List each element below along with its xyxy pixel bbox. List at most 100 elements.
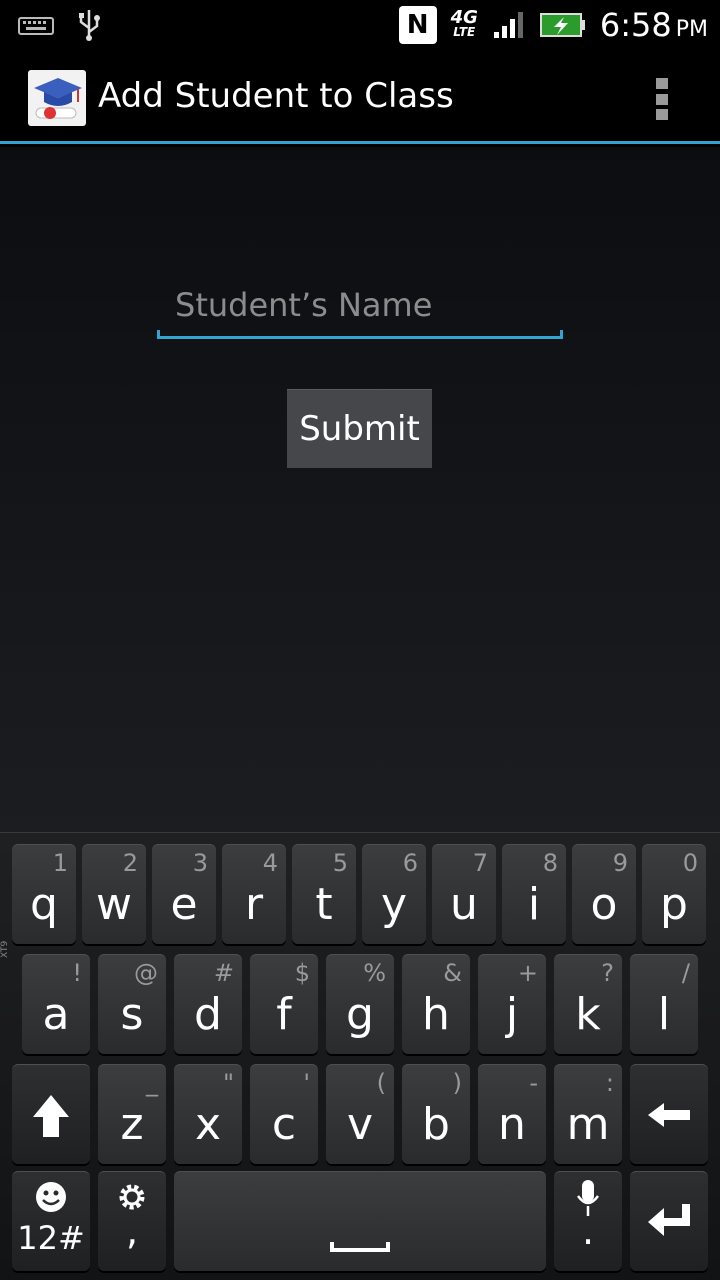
key-label: s bbox=[120, 989, 144, 1040]
key-label: o bbox=[590, 879, 618, 930]
key-label: n bbox=[498, 1099, 526, 1150]
key-s[interactable]: @ s bbox=[98, 954, 166, 1054]
key-l[interactable]: / l bbox=[630, 954, 698, 1054]
key-e[interactable]: 3e bbox=[152, 844, 216, 944]
xt9-label: XT9 bbox=[0, 940, 10, 958]
key-label: a bbox=[42, 989, 70, 1040]
key-label: r bbox=[244, 879, 264, 930]
lte-icon: 4G LTE bbox=[451, 9, 478, 40]
main-content: Submit bbox=[0, 147, 720, 832]
status-bar: N 4G LTE 6:58 PM bbox=[0, 0, 720, 50]
key-g[interactable]: % g bbox=[326, 954, 394, 1054]
backspace-icon bbox=[648, 1103, 690, 1127]
graduation-cap-icon[interactable] bbox=[28, 70, 86, 126]
key-t[interactable]: 5t bbox=[292, 844, 356, 944]
emoji-icon bbox=[36, 1182, 66, 1212]
key-h[interactable]: & h bbox=[402, 954, 470, 1054]
key-label: d bbox=[194, 989, 222, 1040]
backspace-key[interactable] bbox=[630, 1064, 708, 1164]
key-sub-label: - bbox=[529, 1069, 538, 1097]
key-sub-label: + bbox=[517, 959, 538, 987]
key-sub-label: : bbox=[605, 1069, 614, 1097]
input-underline bbox=[157, 330, 563, 339]
key-f[interactable]: $ f bbox=[250, 954, 318, 1054]
key-label: m bbox=[566, 1099, 610, 1150]
key-p[interactable]: 0p bbox=[642, 844, 706, 944]
key-sub-label: 5 bbox=[332, 849, 348, 877]
overflow-menu-icon[interactable] bbox=[656, 78, 670, 120]
shift-key[interactable] bbox=[12, 1064, 90, 1164]
key-q[interactable]: 1q bbox=[12, 844, 76, 944]
space-icon bbox=[330, 1242, 390, 1252]
key-y[interactable]: 6y bbox=[362, 844, 426, 944]
key-label: g bbox=[346, 989, 374, 1040]
key-label: t bbox=[315, 879, 333, 930]
soft-keyboard: 1 q 2 w 3 e 4 r 5 t 6 y 7 u 8 i 9 o 0 p! a @ s # d $ f% g & h + j? k / l _ z… bbox=[0, 832, 720, 1280]
key-label: p bbox=[660, 879, 688, 930]
key-label: j bbox=[505, 989, 519, 1040]
space-key[interactable] bbox=[174, 1171, 546, 1271]
key-label: y bbox=[380, 879, 408, 930]
key-u[interactable]: 7u bbox=[432, 844, 496, 944]
key-a[interactable]: ! a bbox=[22, 954, 90, 1054]
key-w[interactable]: 2w bbox=[82, 844, 146, 944]
key-label: i bbox=[527, 879, 541, 930]
key-sub-label: 3 bbox=[192, 849, 208, 877]
key-o[interactable]: 9o bbox=[572, 844, 636, 944]
comma-key[interactable]: , bbox=[98, 1171, 166, 1271]
enter-icon bbox=[648, 1204, 690, 1236]
key-j[interactable]: + j bbox=[478, 954, 546, 1054]
symbols-key[interactable]: 12# bbox=[12, 1171, 90, 1271]
key-z[interactable]: _ z bbox=[98, 1064, 166, 1164]
key-sub-label: _ bbox=[146, 1069, 158, 1097]
period-key[interactable]: . bbox=[554, 1171, 622, 1271]
key-sub-label: 1 bbox=[52, 849, 68, 877]
keyboard-icon bbox=[18, 17, 54, 35]
key-label: v bbox=[346, 1099, 374, 1150]
key-n[interactable]: -n bbox=[478, 1064, 546, 1164]
nfc-icon: N bbox=[398, 6, 437, 44]
key-v[interactable]: (v bbox=[326, 1064, 394, 1164]
enter-key[interactable] bbox=[630, 1171, 708, 1271]
clock-time: 6:58 bbox=[599, 6, 672, 44]
key-m[interactable]: :m bbox=[554, 1064, 622, 1164]
key-x[interactable]: " x bbox=[174, 1064, 242, 1164]
key-label: e bbox=[170, 879, 198, 930]
student-name-input[interactable] bbox=[157, 277, 563, 333]
key-label: k bbox=[575, 989, 601, 1040]
key-c[interactable]: ' c bbox=[250, 1064, 318, 1164]
key-label: h bbox=[422, 989, 450, 1040]
key-sub-label: 4 bbox=[262, 849, 278, 877]
key-label: w bbox=[96, 879, 132, 930]
key-i[interactable]: 8i bbox=[502, 844, 566, 944]
key-k[interactable]: ? k bbox=[554, 954, 622, 1054]
key-label: c bbox=[271, 1099, 297, 1150]
key-label: u bbox=[450, 879, 478, 930]
key-sub-label: 0 bbox=[682, 849, 698, 877]
key-sub-label: # bbox=[213, 959, 234, 987]
student-name-field[interactable] bbox=[157, 277, 563, 339]
key-sub-label: ' bbox=[303, 1069, 310, 1097]
key-sub-label: 6 bbox=[402, 849, 418, 877]
key-sub-label: / bbox=[681, 959, 690, 987]
battery-charging-icon bbox=[539, 13, 585, 37]
key-d[interactable]: # d bbox=[174, 954, 242, 1054]
comma-label: , bbox=[125, 1209, 139, 1253]
clock: 6:58 PM bbox=[600, 6, 708, 44]
key-label: f bbox=[276, 989, 292, 1040]
key-sub-label: @ bbox=[134, 959, 158, 987]
submit-button[interactable]: Submit bbox=[287, 389, 432, 468]
key-b[interactable]: ) b bbox=[402, 1064, 470, 1164]
key-r[interactable]: 4r bbox=[222, 844, 286, 944]
key-label: q bbox=[30, 879, 58, 930]
key-sub-label: ) bbox=[452, 1069, 462, 1097]
key-sub-label: 8 bbox=[542, 849, 558, 877]
key-sub-label: $ bbox=[294, 959, 310, 987]
shift-icon bbox=[33, 1095, 69, 1137]
key-sub-label: 2 bbox=[122, 849, 138, 877]
key-label: x bbox=[194, 1099, 222, 1150]
action-bar: Add Student to Class bbox=[0, 50, 720, 144]
usb-icon bbox=[79, 10, 100, 41]
key-sub-label: % bbox=[363, 959, 386, 987]
key-label: l bbox=[657, 989, 671, 1040]
